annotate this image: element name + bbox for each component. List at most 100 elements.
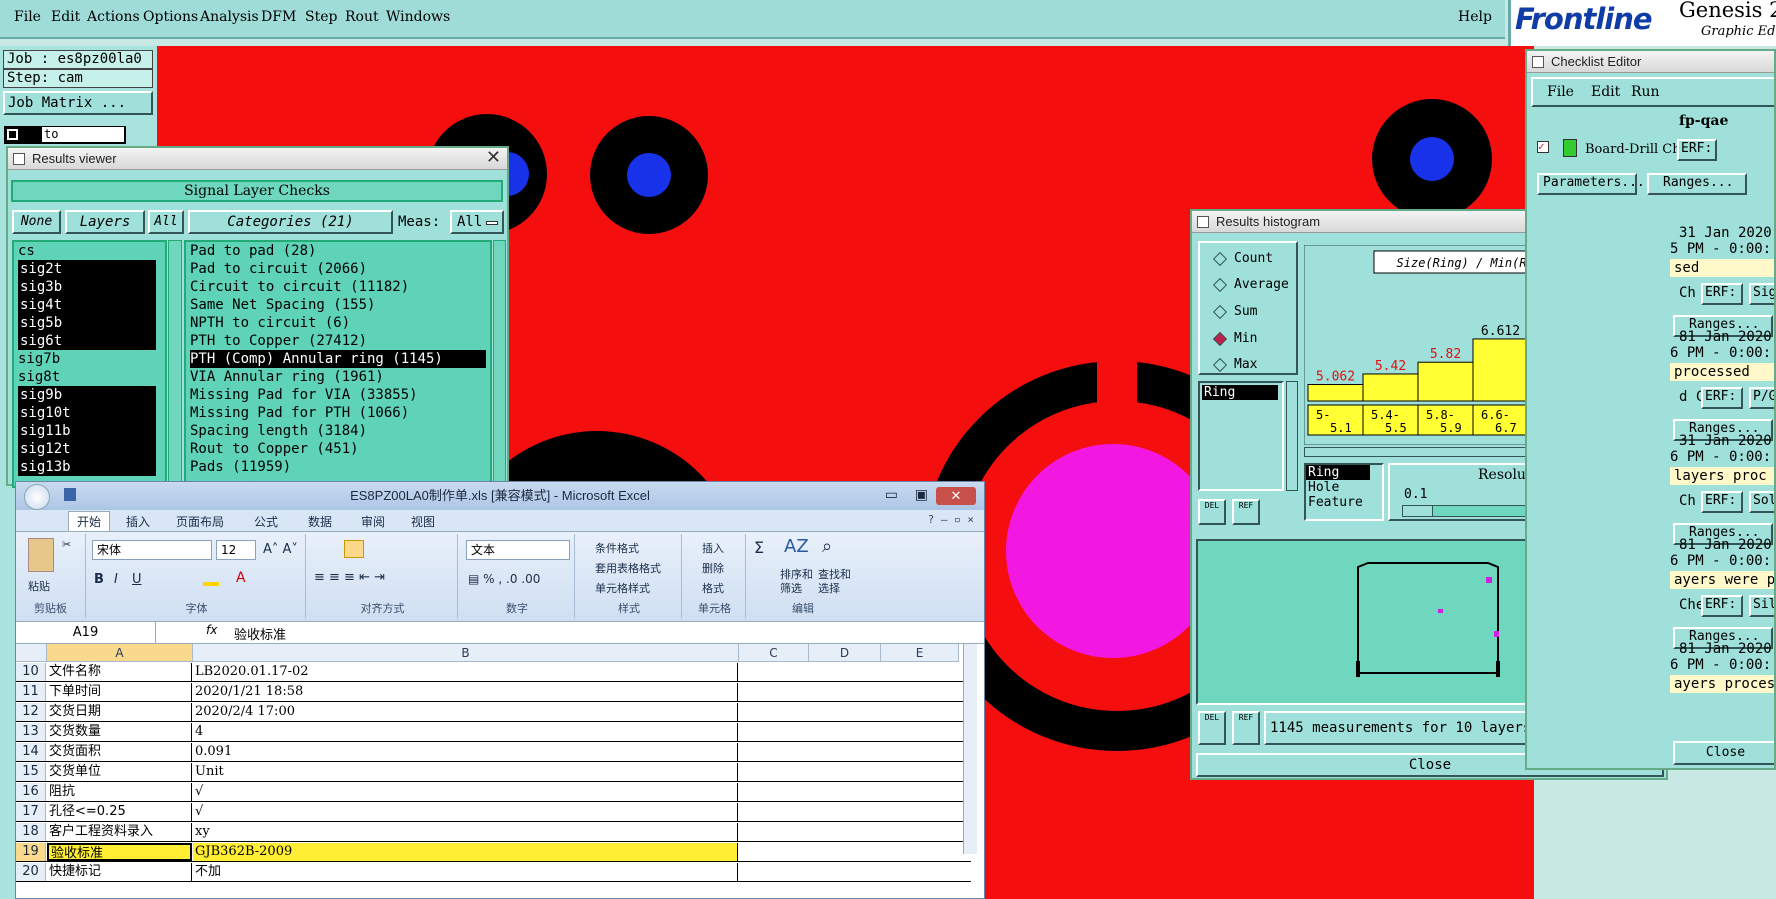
layer-item[interactable]: sig3b bbox=[18, 278, 156, 296]
category-item[interactable]: Circuit to circuit (11182) bbox=[190, 278, 490, 296]
category-item[interactable]: Missing Pad for VIA (33855) bbox=[190, 386, 490, 404]
font-size-select[interactable]: 12 bbox=[216, 540, 256, 560]
cell-b[interactable]: 2020/2/4 17:00 bbox=[193, 703, 738, 721]
layer-item[interactable]: sig4t bbox=[18, 296, 156, 314]
category-list[interactable]: Pad to pad (28) Pad to circuit (2066) Circ… bbox=[184, 240, 492, 488]
menu-analysis[interactable]: Analysis bbox=[200, 9, 259, 25]
row-number[interactable]: 11 bbox=[16, 683, 46, 701]
col-header-d[interactable]: D bbox=[809, 644, 881, 662]
corner-cell[interactable] bbox=[16, 644, 47, 662]
bold-button[interactable]: B bbox=[94, 572, 104, 587]
cell-b[interactable]: √ bbox=[193, 803, 738, 821]
cell-a[interactable]: 文件名称 bbox=[47, 663, 192, 681]
paste-icon[interactable] bbox=[28, 538, 54, 572]
erf-button[interactable]: ERF: bbox=[1701, 283, 1743, 305]
col-header-e[interactable]: E bbox=[881, 644, 959, 662]
cell-b[interactable]: GJB362B-2009 bbox=[193, 843, 738, 861]
underline-button[interactable]: U bbox=[132, 572, 142, 587]
tab-view[interactable]: 视图 bbox=[411, 513, 435, 530]
layer-item[interactable]: sig8t bbox=[18, 368, 165, 386]
category-item[interactable]: Pad to circuit (2066) bbox=[190, 260, 490, 278]
category-item[interactable]: NPTH to circuit (6) bbox=[190, 314, 490, 332]
erf-button[interactable]: ERF: bbox=[1677, 139, 1717, 161]
checklist-row-label[interactable]: Ch bbox=[1679, 285, 1696, 301]
radio-sum[interactable]: Sum bbox=[1210, 304, 1257, 320]
measure-list[interactable]: Ring bbox=[1198, 381, 1284, 491]
checklist-item[interactable]: Board-Drill Che bbox=[1585, 142, 1688, 157]
layer-item[interactable]: sig10t bbox=[18, 404, 156, 422]
cell-a[interactable]: 交货日期 bbox=[47, 703, 192, 721]
cell-a[interactable]: 交货单位 bbox=[47, 763, 192, 781]
check-menu-file[interactable]: File bbox=[1547, 84, 1574, 100]
find-select-button[interactable]: 查找和 选择 bbox=[818, 568, 851, 596]
number-format-select[interactable]: 文本 bbox=[466, 540, 570, 560]
layer-list[interactable]: cs sig2t sig3b sig4t sig5b sig6t sig7b sig8t sig… bbox=[12, 240, 167, 488]
row-number[interactable]: 16 bbox=[16, 783, 46, 801]
radio-max[interactable]: Max bbox=[1210, 357, 1257, 373]
col-header-b[interactable]: B bbox=[193, 644, 739, 662]
type-list[interactable]: Ring Hole Feature bbox=[1304, 463, 1384, 521]
save-icon[interactable] bbox=[64, 488, 76, 501]
col-header-a[interactable]: A bbox=[47, 644, 193, 662]
to-field[interactable]: to bbox=[42, 127, 124, 142]
cell-b[interactable]: 不加 bbox=[193, 863, 738, 881]
category-item[interactable]: Pads (11959) bbox=[190, 458, 490, 476]
job-matrix-button[interactable]: Job Matrix ... bbox=[3, 91, 153, 115]
cell-a[interactable]: 客户工程资料录入 bbox=[47, 823, 192, 841]
histogram-bar[interactable] bbox=[1472, 338, 1529, 402]
erf-value[interactable]: Sig bbox=[1749, 283, 1774, 305]
format-as-table-button[interactable]: 套用表格格式 bbox=[595, 560, 661, 576]
measure-list-item[interactable]: Ring bbox=[1202, 385, 1278, 400]
close-icon[interactable]: ✕ bbox=[936, 487, 976, 505]
layers-button[interactable]: Layers bbox=[65, 210, 145, 234]
cell-b[interactable]: Unit bbox=[193, 763, 738, 781]
cell-a[interactable]: 阻抗 bbox=[47, 783, 192, 801]
menu-step[interactable]: Step bbox=[305, 9, 337, 25]
menu-file[interactable]: File bbox=[14, 9, 41, 25]
row-number[interactable]: 13 bbox=[16, 723, 46, 741]
cell-a[interactable]: 孔径<=0.25 bbox=[47, 803, 192, 821]
row-number[interactable]: 17 bbox=[16, 803, 46, 821]
fx-icon[interactable]: fx bbox=[206, 623, 217, 637]
radio-count[interactable]: Count bbox=[1210, 251, 1273, 267]
del-button-2[interactable]: DEL bbox=[1198, 711, 1226, 745]
insert-cells-button[interactable]: 插入 bbox=[702, 540, 724, 556]
cell-b[interactable]: xy bbox=[193, 823, 738, 841]
menu-windows[interactable]: Windows bbox=[386, 9, 450, 25]
menu-dfm[interactable]: DFM bbox=[261, 9, 296, 25]
cell-b[interactable]: 2020/1/21 18:58 bbox=[193, 683, 738, 701]
histogram-bar[interactable] bbox=[1307, 383, 1364, 402]
minimize-icon[interactable]: ▭ bbox=[885, 480, 898, 508]
align-icons[interactable]: ≡ ≡ ≡ ⇤ ⇥ bbox=[314, 570, 385, 585]
del-button[interactable]: DEL bbox=[1198, 499, 1226, 525]
histogram-bar[interactable] bbox=[1417, 361, 1474, 402]
category-scrollbar[interactable] bbox=[493, 240, 506, 488]
ref-button[interactable]: REF bbox=[1232, 499, 1260, 525]
formula-input[interactable]: 验收标准 bbox=[234, 624, 286, 643]
cell-b[interactable]: LB2020.01.17-02 bbox=[193, 663, 738, 681]
to-selector[interactable]: to bbox=[4, 126, 126, 144]
erf-button[interactable]: ERF: bbox=[1701, 491, 1743, 513]
cell-b[interactable]: 0.091 bbox=[193, 743, 738, 761]
layer-item[interactable]: sig11b bbox=[18, 422, 156, 440]
category-item[interactable]: Missing Pad for PTH (1066) bbox=[190, 404, 490, 422]
row-number[interactable]: 12 bbox=[16, 703, 46, 721]
histogram-bar[interactable] bbox=[1362, 373, 1419, 402]
none-button[interactable]: None bbox=[12, 210, 61, 234]
category-item[interactable]: VIA Annular ring (1961) bbox=[190, 368, 490, 386]
ref-button-2[interactable]: REF bbox=[1232, 711, 1260, 745]
cut-icon[interactable]: ✂ bbox=[62, 538, 71, 551]
layer-item[interactable]: sig12t bbox=[18, 440, 156, 458]
row-number[interactable]: 15 bbox=[16, 763, 46, 781]
meas-select[interactable]: All bbox=[450, 210, 504, 234]
tab-insert[interactable]: 插入 bbox=[126, 513, 150, 530]
category-item[interactable]: Pad to pad (28) bbox=[190, 242, 490, 260]
name-box[interactable]: A19 bbox=[16, 622, 156, 643]
row-number[interactable]: 14 bbox=[16, 743, 46, 761]
radio-min[interactable]: Min bbox=[1210, 331, 1257, 347]
layer-item[interactable]: sig9b bbox=[18, 386, 156, 404]
italic-button[interactable]: I bbox=[114, 572, 118, 587]
menu-rout[interactable]: Rout bbox=[345, 9, 379, 25]
erf-value[interactable]: Sol bbox=[1749, 491, 1774, 513]
help-icon[interactable]: ? – ▫ × bbox=[928, 513, 974, 526]
